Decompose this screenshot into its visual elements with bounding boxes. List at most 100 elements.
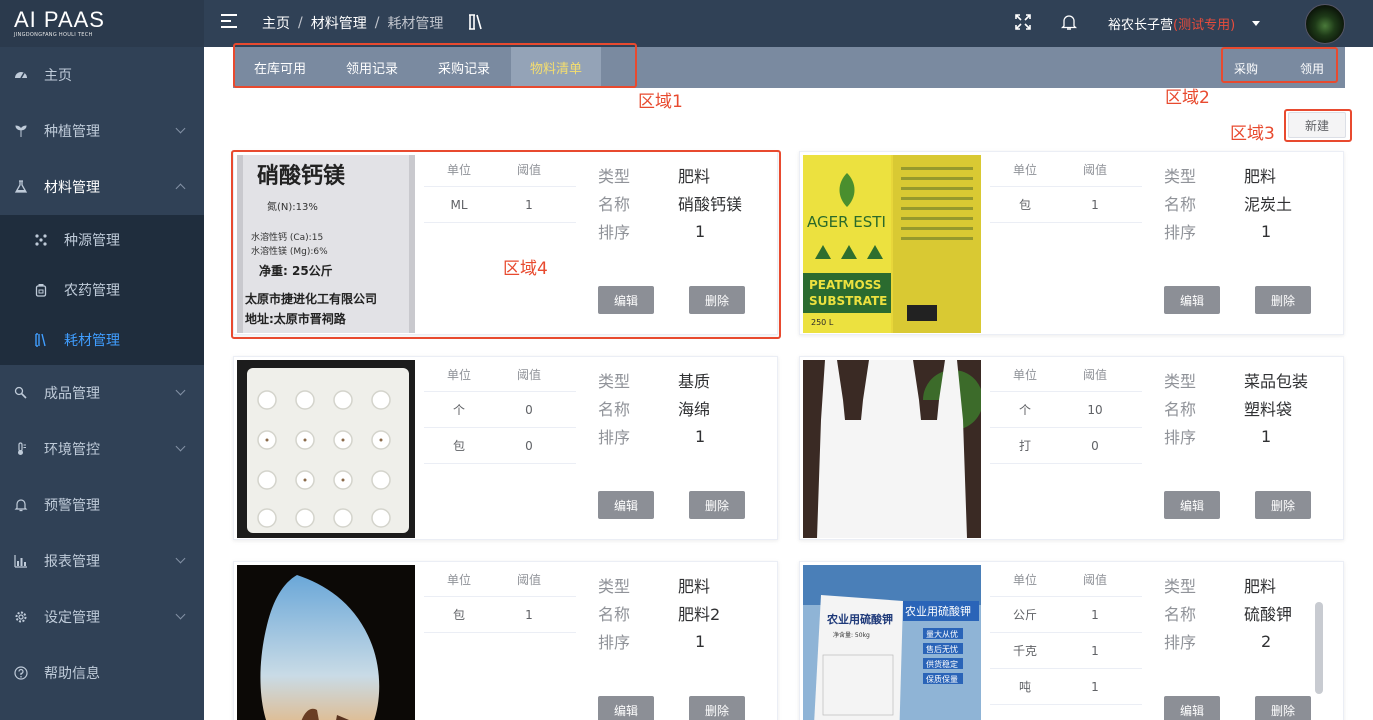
- name-label: 名称: [598, 400, 631, 419]
- delete-button[interactable]: 删除: [689, 696, 745, 720]
- name-value: 海绵: [678, 400, 711, 419]
- edit-button[interactable]: 编辑: [598, 491, 654, 519]
- notification-bell-icon[interactable]: [1061, 13, 1077, 31]
- unit-value: 千克: [1012, 644, 1037, 658]
- chevron-up-icon: [175, 183, 186, 194]
- sidebar-item-label: 环境管控: [44, 442, 100, 458]
- region-1-label: 区域1: [638, 92, 683, 112]
- fullscreen-icon[interactable]: [1015, 14, 1031, 30]
- region-4-box: [231, 150, 781, 339]
- type-label: 类型: [1164, 577, 1197, 596]
- order-label: 排序: [1164, 633, 1197, 652]
- sidebar-subitem-consumables[interactable]: 耗材管理: [0, 315, 204, 365]
- info-block: 类型 基质 名称 海绵 排序 1: [598, 366, 710, 450]
- sidebar-item-materials[interactable]: 材料管理: [0, 159, 204, 215]
- delete-label: 删除: [1270, 293, 1295, 308]
- product-image: [237, 565, 415, 720]
- edit-label: 编辑: [1179, 498, 1204, 513]
- sidebar-item-label: 主页: [44, 68, 72, 84]
- logo: AI PAAS JINGDONGFANG HOULI TECH: [0, 0, 204, 47]
- delete-button[interactable]: 删除: [1255, 491, 1311, 519]
- unit-header: 单位: [1012, 572, 1037, 587]
- spec-table: 单位 阈值 个 10 打0: [990, 357, 1142, 464]
- info-block: 类型 菜品包装 名称 塑料袋 排序 1: [1164, 366, 1308, 450]
- spec-table: 单位 阈值 包1: [990, 152, 1142, 223]
- edit-button[interactable]: 编辑: [1164, 286, 1220, 314]
- material-card: AGER ESTI PEATMOSS SUBSTRATE 250 L 单位 阈值 …: [799, 151, 1344, 335]
- product-image: [803, 360, 981, 538]
- info-block: 类型 肥料 名称 硫酸钾 排序 2: [1164, 571, 1292, 655]
- sidebar-item-settings[interactable]: 设定管理: [0, 589, 204, 645]
- threshold-value: 1: [1091, 643, 1099, 658]
- sidebar-item-reports[interactable]: 报表管理: [0, 533, 204, 589]
- user-menu[interactable]: 裕农长子营(测试专用): [1108, 14, 1235, 33]
- bag-text: SUBSTRATE: [809, 294, 887, 308]
- bag-text: 农业用硫酸钾: [905, 604, 971, 618]
- bottle-icon: [34, 283, 48, 297]
- breadcrumb-separator: /: [374, 15, 380, 31]
- unit-value: 包: [452, 608, 465, 622]
- material-card: 单位 阈值 个0 包0 类型 基质 名称 海绵 排序 1 编辑 删除: [233, 356, 778, 540]
- threshold-value: 1: [1091, 197, 1099, 212]
- unit-value: 公斤: [1012, 608, 1037, 622]
- edit-label: 编辑: [613, 703, 638, 718]
- order-label: 排序: [598, 428, 631, 447]
- avatar[interactable]: [1305, 4, 1345, 44]
- spec-row: 打0: [990, 428, 1142, 464]
- gear-icon: [14, 610, 28, 624]
- sprout-icon: [14, 124, 28, 138]
- edit-button[interactable]: 编辑: [1164, 491, 1220, 519]
- order-value: 1: [695, 631, 706, 651]
- delete-button[interactable]: 删除: [1255, 286, 1311, 314]
- spec-row: 包1: [990, 187, 1142, 223]
- delete-label: 删除: [704, 498, 729, 513]
- edit-button[interactable]: 编辑: [1164, 696, 1220, 720]
- delete-button[interactable]: 删除: [689, 491, 745, 519]
- breadcrumb: 主页 / 材料管理 / 耗材管理: [262, 13, 443, 33]
- caret-down-icon[interactable]: [1252, 21, 1260, 26]
- type-label: 类型: [1164, 372, 1197, 391]
- threshold-value: 0: [525, 438, 533, 453]
- region-4-label: 区域4: [503, 259, 548, 279]
- sidebar-subitem-seeds[interactable]: 种源管理: [0, 215, 204, 265]
- sidebar-item-home[interactable]: 主页: [0, 47, 204, 103]
- delete-button[interactable]: 删除: [1255, 696, 1311, 720]
- dashboard-icon: [14, 68, 28, 82]
- spec-row: 千克 1: [990, 633, 1142, 669]
- edit-label: 编辑: [613, 498, 638, 513]
- spec-table: 单位 阈值 个0 包0: [424, 357, 576, 464]
- bell-icon: [14, 498, 28, 512]
- edit-label: 编辑: [1179, 293, 1204, 308]
- chevron-down-icon: [175, 123, 186, 134]
- threshold-value: 0: [525, 402, 533, 417]
- sidebar-item-planting[interactable]: 种植管理: [0, 103, 204, 159]
- order-value: 1: [1261, 426, 1272, 446]
- sidebar-subitem-label: 农药管理: [64, 283, 120, 299]
- unit-header: 单位: [1012, 162, 1037, 177]
- chevron-down-icon: [175, 441, 186, 452]
- books-icon: [469, 14, 482, 30]
- name-label: 名称: [598, 605, 631, 624]
- threshold-header: 阈值: [516, 367, 541, 382]
- sidebar-item-products[interactable]: 成品管理: [0, 365, 204, 421]
- spec-row: 个0: [424, 392, 576, 428]
- menu-toggle-icon[interactable]: [221, 14, 237, 28]
- breadcrumb-home[interactable]: 主页: [262, 13, 290, 33]
- sidebar-item-alerts[interactable]: 预警管理: [0, 477, 204, 533]
- unit-header: 单位: [1012, 367, 1037, 382]
- bag-text: 保质保量: [926, 674, 958, 684]
- unit-value: 包: [1018, 198, 1031, 212]
- material-card: 单位 阈值 包1 类型 肥料 名称 肥料2 排序 1 编辑 删除: [233, 561, 778, 720]
- order-value: 1: [695, 426, 706, 446]
- spec-scrollbar[interactable]: [1315, 602, 1323, 694]
- sidebar-item-environment[interactable]: 环境管控: [0, 421, 204, 477]
- region-2-box: [1221, 47, 1338, 83]
- seeds-icon: [34, 233, 48, 247]
- product-image: 农业用硫酸钾 净含量: 50kg 农业用硫酸钾 量大从优 售后无忧 供货稳定 保…: [803, 565, 981, 720]
- name-value: 泥炭土: [1244, 195, 1293, 214]
- sidebar-subitem-pesticide[interactable]: 农药管理: [0, 265, 204, 315]
- breadcrumb-materials[interactable]: 材料管理: [311, 13, 367, 33]
- edit-button[interactable]: 编辑: [598, 696, 654, 720]
- sidebar-item-help[interactable]: 帮助信息: [0, 645, 204, 701]
- info-block: 类型 肥料 名称 泥炭土 排序 1: [1164, 161, 1292, 245]
